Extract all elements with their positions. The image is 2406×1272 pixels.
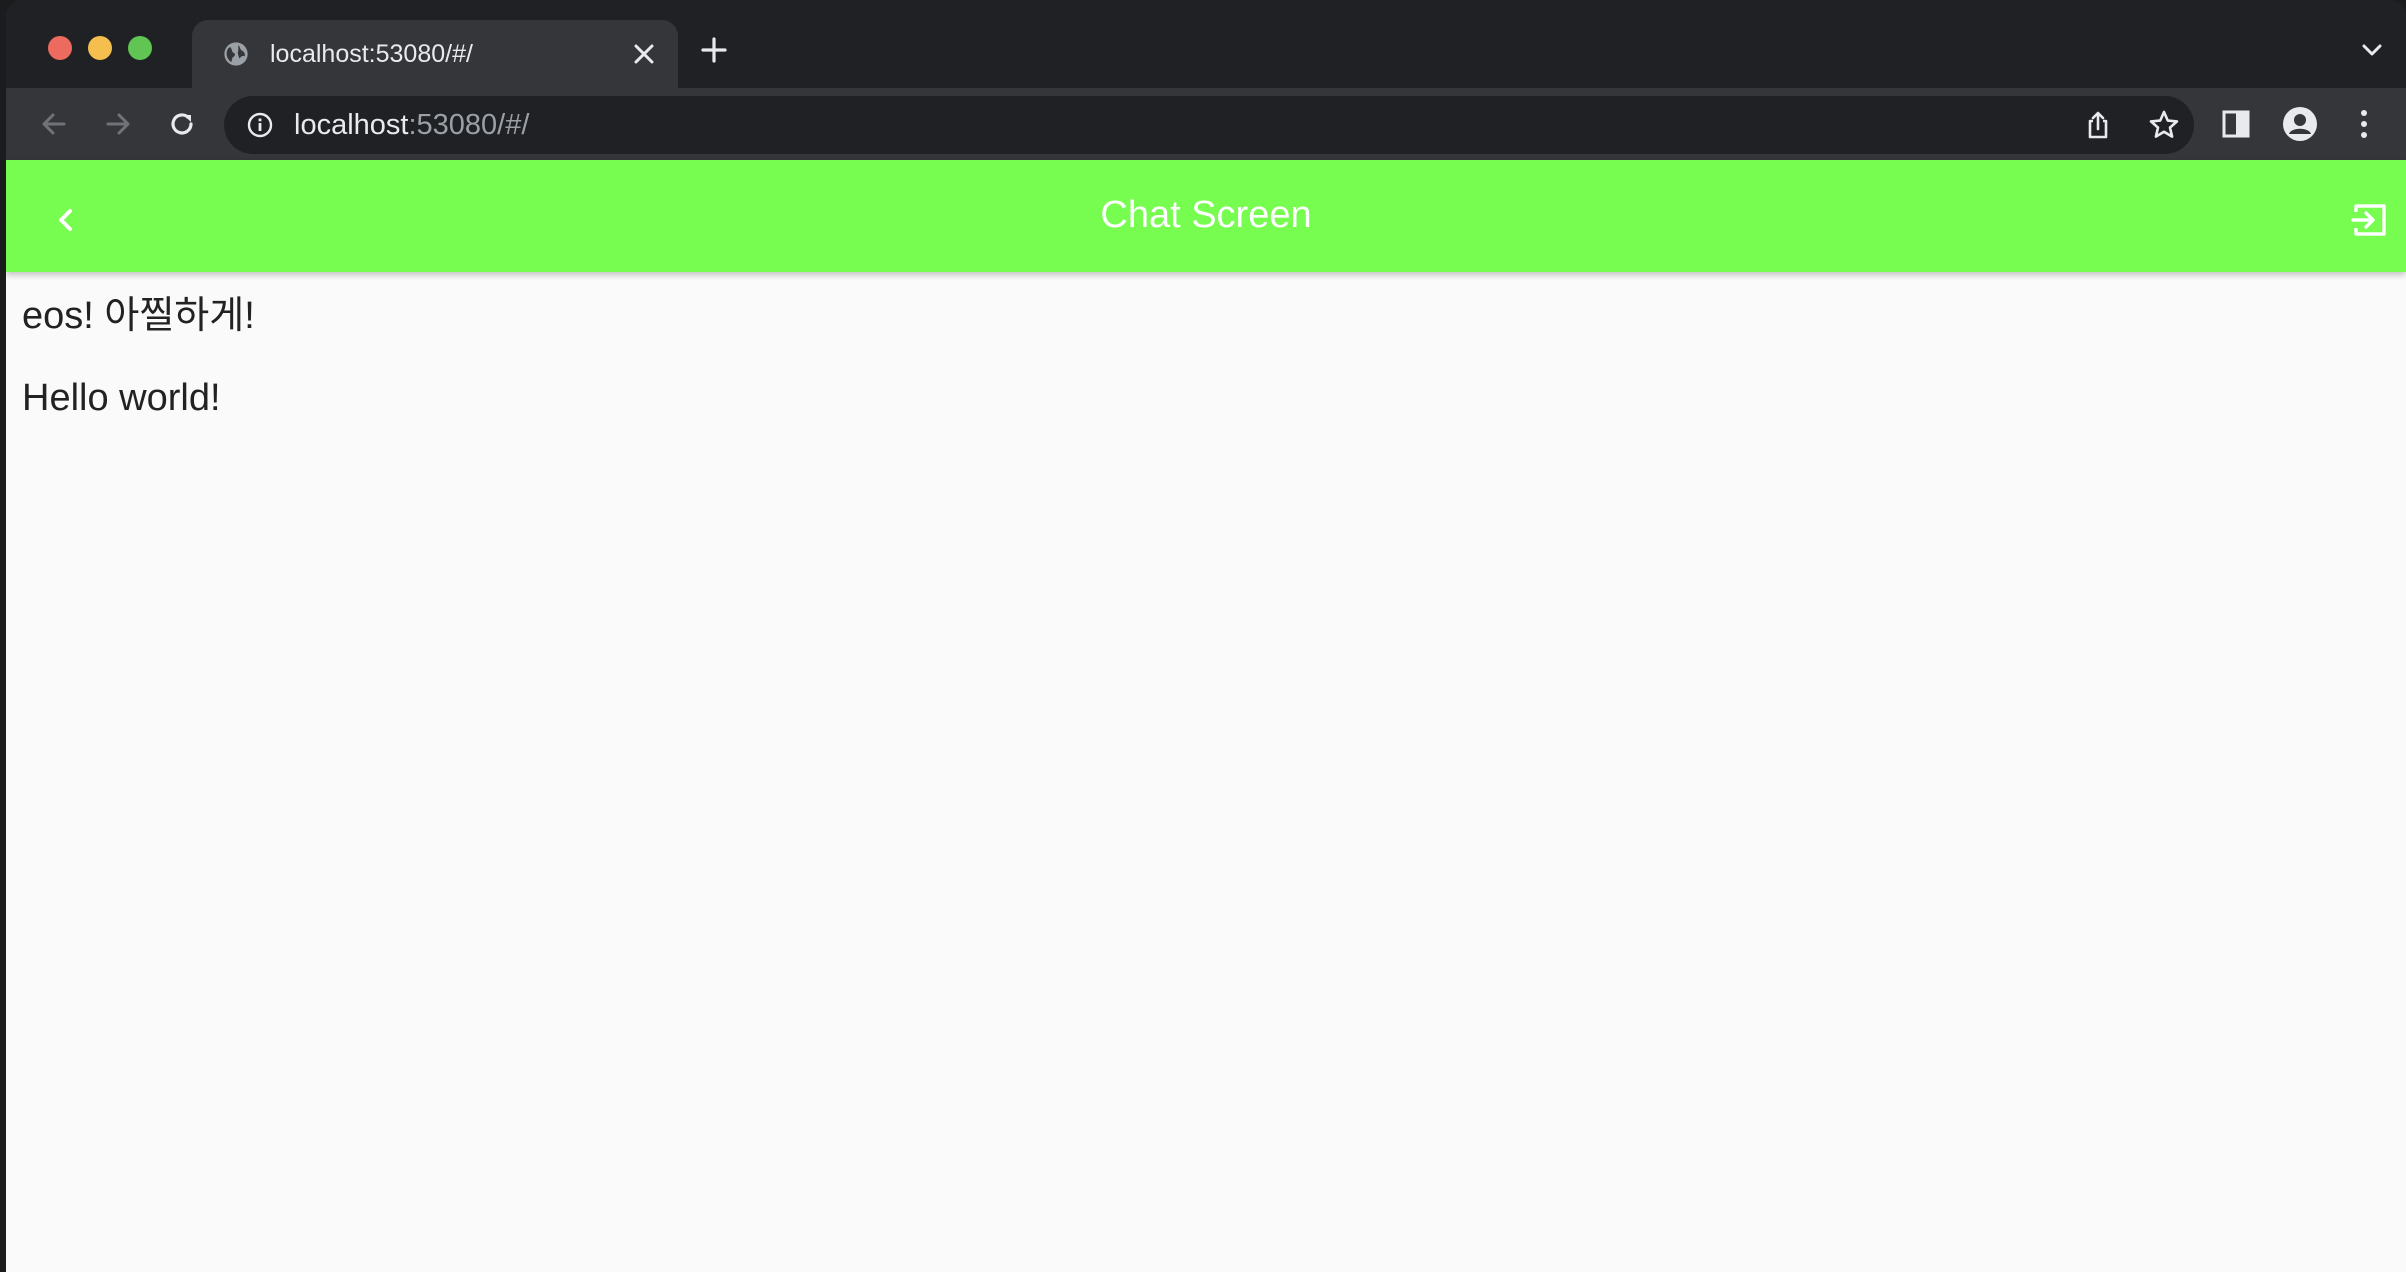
maximize-window-button[interactable]: [128, 36, 152, 60]
message-list: eos! 아찔하게! Hello world!: [22, 292, 255, 456]
exit-to-app-icon[interactable]: [2346, 196, 2394, 244]
close-icon[interactable]: [628, 38, 660, 70]
url-host: localhost: [294, 109, 409, 141]
url-path: :53080/#/: [408, 109, 530, 141]
profile-avatar-icon[interactable]: [2282, 106, 2318, 142]
reload-icon[interactable]: [164, 106, 200, 142]
browser-toolbar: localhost:53080/#/: [6, 88, 2406, 160]
app-bar-title: Chat Screen: [1100, 194, 1312, 236]
kebab-menu-icon[interactable]: [2346, 106, 2382, 142]
address-bar[interactable]: localhost:53080/#/: [224, 96, 2194, 154]
share-icon[interactable]: [2082, 109, 2114, 141]
url-text[interactable]: localhost:53080/#/: [294, 108, 529, 142]
forward-arrow-icon[interactable]: [100, 106, 136, 142]
side-panel-icon[interactable]: [2218, 106, 2254, 142]
message-item: Hello world!: [22, 377, 221, 419]
web-page: Chat Screen eos! 아찔하게! Hello world!: [6, 160, 2406, 1272]
back-arrow-icon[interactable]: [36, 106, 72, 142]
tab-title: localhost:53080/#/: [270, 40, 473, 68]
new-tab-plus-icon[interactable]: [698, 34, 730, 66]
minimize-window-button[interactable]: [88, 36, 112, 60]
globe-icon: [222, 40, 250, 68]
tab-strip: localhost:53080/#/: [6, 0, 2406, 88]
browser-tab[interactable]: localhost:53080/#/: [192, 20, 678, 88]
bookmark-star-icon[interactable]: [2148, 109, 2180, 141]
app-bar: Chat Screen: [6, 160, 2406, 272]
info-icon[interactable]: [246, 111, 274, 139]
message-item: eos! 아찔하게!: [22, 295, 255, 337]
browser-window: localhost:53080/#/ localhost:53080/#/ Ch…: [6, 0, 2406, 1272]
tab-search-chevron-down-icon[interactable]: [2358, 36, 2386, 64]
close-window-button[interactable]: [48, 36, 72, 60]
